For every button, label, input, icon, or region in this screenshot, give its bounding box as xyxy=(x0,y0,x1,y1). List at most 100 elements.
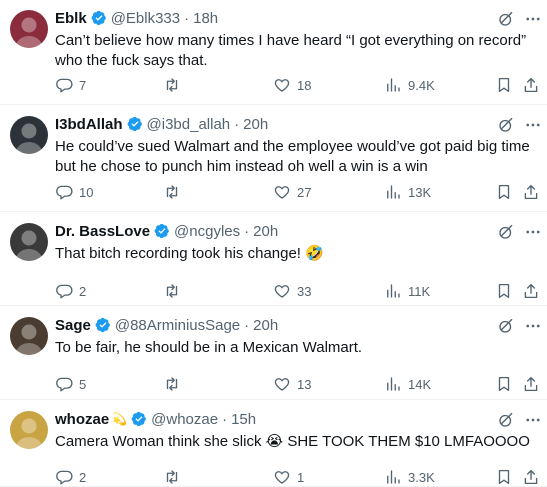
timestamp[interactable]: 20h xyxy=(253,223,278,240)
tweet-actions: 5 13 14K xyxy=(55,374,540,394)
views-button[interactable]: 11K xyxy=(384,281,430,301)
verified-badge-icon xyxy=(95,317,111,333)
tweet-header: Eblk @Eblk333 · 18h xyxy=(55,9,218,27)
avatar[interactable] xyxy=(10,317,48,355)
share-icon xyxy=(522,183,540,201)
bookmark-icon xyxy=(495,468,513,486)
share-button[interactable] xyxy=(522,467,540,487)
reply-button[interactable]: 5 xyxy=(55,374,86,394)
user-handle[interactable]: @whozae xyxy=(151,411,218,428)
like-count: 18 xyxy=(297,77,312,93)
like-count: 27 xyxy=(297,184,312,200)
avatar[interactable] xyxy=(10,116,48,154)
views-button[interactable]: 3.3K xyxy=(384,467,435,487)
avatar[interactable] xyxy=(10,411,48,449)
more-icon[interactable] xyxy=(524,116,542,134)
tweet-row[interactable]: Eblk @Eblk333 · 18h Can’t believe how many t… xyxy=(0,0,547,105)
heart-icon xyxy=(273,183,291,201)
grok-icon[interactable] xyxy=(497,116,515,134)
view-count: 14K xyxy=(408,376,432,392)
bookmark-button[interactable] xyxy=(495,281,513,301)
separator-dot: · xyxy=(244,222,250,240)
retweet-icon xyxy=(163,76,181,94)
timestamp[interactable]: 18h xyxy=(193,10,218,27)
more-icon[interactable] xyxy=(524,10,542,28)
separator-dot: · xyxy=(184,9,190,27)
user-handle[interactable]: @Eblk333 xyxy=(111,10,180,27)
display-name[interactable]: Sage xyxy=(55,317,91,334)
reply-button[interactable]: 10 xyxy=(55,182,93,202)
display-name[interactable]: I3bdAllah xyxy=(55,116,123,133)
share-icon xyxy=(522,76,540,94)
retweet-button[interactable] xyxy=(163,75,187,95)
reply-button[interactable]: 7 xyxy=(55,75,86,95)
heart-icon xyxy=(273,282,291,300)
views-button[interactable]: 13K xyxy=(384,182,431,202)
retweet-button[interactable] xyxy=(163,281,187,301)
bookmark-icon xyxy=(495,183,513,201)
avatar[interactable] xyxy=(10,223,48,261)
bookmark-button[interactable] xyxy=(495,467,513,487)
tweet-actions: 2 1 3.3K xyxy=(55,467,540,487)
views-icon xyxy=(384,282,402,300)
bookmark-button[interactable] xyxy=(495,374,513,394)
heart-icon xyxy=(273,76,291,94)
tweet-actions: 10 27 13K xyxy=(55,182,540,202)
like-button[interactable]: 18 xyxy=(273,75,311,95)
timestamp[interactable]: 20h xyxy=(243,116,268,133)
retweet-button[interactable] xyxy=(163,374,187,394)
tweet-header: Sage @88ArminiusSage · 20h xyxy=(55,316,278,334)
tweet-row[interactable]: Sage @88ArminiusSage · 20h To be fair, he sh… xyxy=(0,307,547,400)
grok-icon[interactable] xyxy=(497,411,515,429)
views-button[interactable]: 14K xyxy=(384,374,431,394)
share-button[interactable] xyxy=(522,182,540,202)
verified-badge-icon xyxy=(154,223,170,239)
view-count: 3.3K xyxy=(408,469,435,485)
more-icon[interactable] xyxy=(524,223,542,241)
reply-button[interactable]: 2 xyxy=(55,467,86,487)
avatar[interactable] xyxy=(10,10,48,48)
name-emoji: 💫 xyxy=(112,412,128,426)
display-name[interactable]: Dr. BassLove xyxy=(55,223,150,240)
grok-icon[interactable] xyxy=(497,317,515,335)
reply-button[interactable]: 2 xyxy=(55,281,86,301)
display-name[interactable]: Eblk xyxy=(55,10,87,27)
view-count: 9.4K xyxy=(408,77,435,93)
display-name[interactable]: whozae xyxy=(55,411,109,428)
grok-icon[interactable] xyxy=(497,10,515,28)
bookmark-button[interactable] xyxy=(495,182,513,202)
tweet-row[interactable]: I3bdAllah @i3bd_allah · 20h He could’ve sued… xyxy=(0,106,547,212)
timestamp[interactable]: 15h xyxy=(231,411,256,428)
like-button[interactable]: 13 xyxy=(273,374,311,394)
tweet-actions: 7 18 9.4K xyxy=(55,75,540,95)
view-count: 13K xyxy=(408,184,432,200)
heart-icon xyxy=(273,375,291,393)
share-button[interactable] xyxy=(522,374,540,394)
share-button[interactable] xyxy=(522,281,540,301)
retweet-icon xyxy=(163,183,181,201)
reply-count: 7 xyxy=(79,77,87,93)
share-button[interactable] xyxy=(522,75,540,95)
retweet-button[interactable] xyxy=(163,467,187,487)
like-button[interactable]: 33 xyxy=(273,281,311,301)
timestamp[interactable]: 20h xyxy=(253,317,278,334)
more-icon[interactable] xyxy=(524,411,542,429)
separator-dot: · xyxy=(244,316,250,334)
views-button[interactable]: 9.4K xyxy=(384,75,435,95)
user-handle[interactable]: @ncgyles xyxy=(174,223,240,240)
retweet-button[interactable] xyxy=(163,182,187,202)
like-button[interactable]: 1 xyxy=(273,467,304,487)
tweet-text: That bitch recording took his change! 🤣 xyxy=(55,245,324,262)
verified-badge-icon xyxy=(127,116,143,132)
share-icon xyxy=(522,375,540,393)
tweet-row[interactable]: whozae 💫 @whozae · 15h Camera Woman think she… xyxy=(0,401,547,487)
grok-icon[interactable] xyxy=(497,223,515,241)
tweet-row[interactable]: Dr. BassLove @ncgyles · 20h That bitch recor… xyxy=(0,213,547,306)
user-handle[interactable]: @i3bd_allah xyxy=(147,116,231,133)
user-handle[interactable]: @88ArminiusSage xyxy=(115,317,240,334)
bookmark-button[interactable] xyxy=(495,75,513,95)
like-button[interactable]: 27 xyxy=(273,182,311,202)
more-icon[interactable] xyxy=(524,317,542,335)
tweet-header: whozae 💫 @whozae · 15h xyxy=(55,410,256,428)
separator-dot: · xyxy=(234,115,240,133)
